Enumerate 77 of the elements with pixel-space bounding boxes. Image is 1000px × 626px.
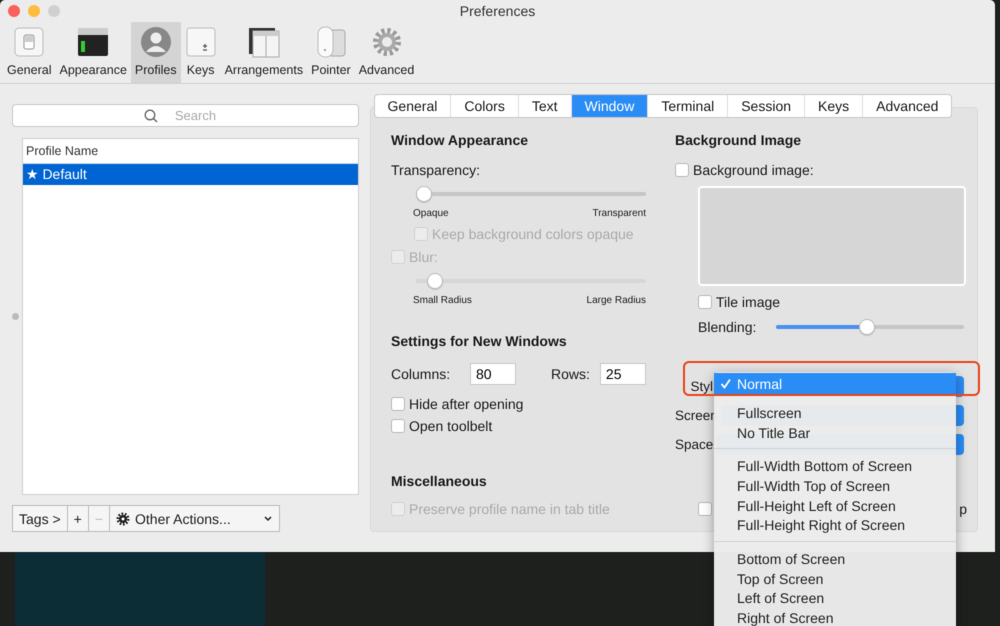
toolbar-tab[interactable]: Pointer: [307, 22, 355, 83]
checkbox-label: Background image:: [693, 162, 814, 178]
gear-icon: [370, 26, 403, 58]
slider[interactable]: [776, 319, 964, 335]
window-title: Preferences: [460, 3, 536, 19]
slider-max-label: Transparent: [592, 208, 646, 219]
search-field[interactable]: Search: [12, 104, 359, 127]
slider-min-label: Opaque: [413, 208, 449, 219]
window-button[interactable]: [48, 5, 60, 17]
field-label: Blending:: [698, 319, 758, 335]
menu-item[interactable]: Left of Screen: [714, 588, 956, 608]
gear-icon: [116, 512, 130, 526]
tab[interactable]: Session: [727, 95, 804, 117]
menu-item[interactable]: Fullscreen: [714, 403, 956, 423]
tab[interactable]: Colors: [450, 95, 518, 117]
menu-item[interactable]: Full-Height Right of Screen: [714, 515, 956, 536]
window-button[interactable]: [28, 5, 40, 17]
menu-item[interactable]: Right of Screen: [714, 608, 956, 626]
mouse-icon: [314, 26, 347, 58]
search-icon: [144, 109, 158, 123]
toolbar-tab[interactable]: Profiles: [130, 22, 181, 83]
field-label: Rows:: [551, 366, 590, 382]
checkbox-label: Tile image: [716, 294, 780, 310]
menu-item[interactable]: Bottom of Screen: [714, 549, 956, 569]
toolbar-tab[interactable]: Appearance: [55, 22, 131, 83]
menu-item[interactable]: Top of Screen: [714, 568, 956, 588]
windows-icon: [248, 26, 280, 58]
checkbox[interactable]: [698, 502, 712, 516]
section-heading: Settings for New Windows: [391, 333, 568, 349]
tab[interactable]: Advanced: [862, 95, 952, 117]
menu-item[interactable]: Full-Width Bottom of Screen: [714, 456, 956, 476]
checkbox-label: Open toolbelt: [409, 418, 492, 434]
menu-item[interactable]: No Title Bar: [714, 422, 956, 442]
image-well[interactable]: [698, 186, 966, 286]
field-label: Space: [675, 437, 714, 452]
switch-icon: [13, 26, 46, 58]
terminal-icon: [77, 26, 110, 58]
tab[interactable]: General: [374, 95, 450, 117]
slider-thumb[interactable]: [416, 186, 432, 202]
toolbar-button[interactable]: +: [66, 505, 89, 532]
checkbox[interactable]: [391, 397, 405, 411]
columns-field[interactable]: 80: [470, 363, 516, 385]
window-button[interactable]: [8, 5, 20, 17]
chevron-icon: [263, 514, 274, 522]
toolbar-tab[interactable]: Keys: [180, 22, 221, 83]
menu-item[interactable]: Full-Width Top of Screen: [714, 476, 956, 496]
split-handle[interactable]: [12, 313, 19, 320]
section-heading: Miscellaneous: [391, 473, 487, 489]
field-label: Transparency:: [391, 162, 481, 178]
profile-row[interactable]: ★ Default: [23, 164, 358, 185]
checkbox[interactable]: [391, 419, 405, 433]
section-heading: Window Appearance: [391, 132, 530, 148]
tab[interactable]: Keys: [804, 95, 862, 117]
slider[interactable]: [416, 186, 646, 202]
toolbar-tab[interactable]: Arrangements: [220, 22, 308, 83]
checkbox-label: Blur:: [409, 249, 438, 265]
slider-thumb[interactable]: [858, 319, 875, 335]
checkbox[interactable]: [675, 163, 689, 177]
checkbox[interactable]: [698, 295, 712, 309]
slider-min-label: Small Radius: [413, 295, 472, 306]
tab[interactable]: Terminal: [647, 95, 728, 117]
checkbox-label: Preserve profile name in tab title: [409, 501, 610, 517]
section-heading: Background Image: [675, 132, 802, 148]
rows-field[interactable]: 25: [600, 363, 646, 385]
checkbox-label: p: [959, 501, 967, 517]
person-icon: [140, 26, 172, 58]
toolbar-button[interactable]: Tags >: [12, 505, 68, 532]
menu-item[interactable]: Full-Height Left of Screen: [714, 496, 956, 516]
checkmark-icon: [720, 378, 731, 389]
actions-menu-button[interactable]: Other Actions...: [109, 505, 280, 532]
toolbar-tab[interactable]: General: [3, 22, 56, 83]
toolbar-tab[interactable]: Advanced: [354, 22, 418, 83]
field-label: Columns:: [391, 366, 452, 382]
slider-max-label: Large Radius: [586, 295, 646, 306]
field-label: Styl: [690, 379, 713, 394]
checkbox-label: Keep background colors opaque: [432, 226, 634, 242]
checkbox-label: Hide after opening: [409, 396, 524, 412]
